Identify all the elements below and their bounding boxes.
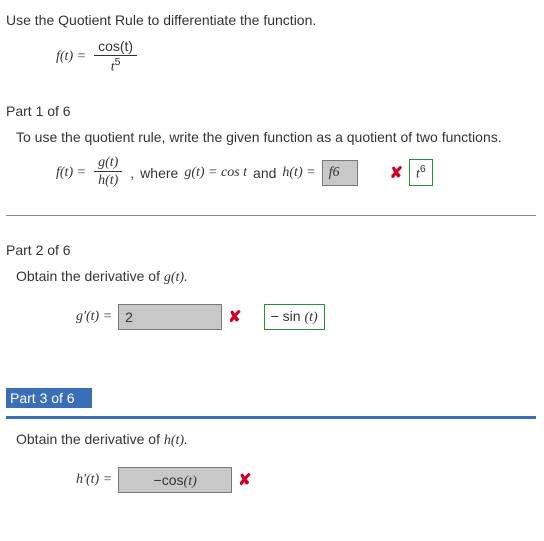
part1-h-eq: h(t) =: [282, 165, 315, 181]
part2-equation-row: g'(t) = 2 ✘ − sin (t): [76, 304, 538, 330]
part3-wrong-icon: ✘: [238, 470, 251, 490]
part2-correct-arg: (t): [304, 310, 317, 325]
page-instruction: Use the Quotient Rule to differentiate t…: [6, 12, 538, 28]
main-eq-den: t5: [94, 56, 137, 77]
part3-wrong-arg: (t): [184, 474, 197, 489]
part2-lhs: g'(t) =: [76, 309, 112, 325]
part1-and: and: [253, 165, 276, 181]
part1-where: where: [140, 165, 178, 181]
part3-wrong-func: cos: [162, 472, 184, 488]
part2-text-ital: g(t).: [164, 270, 188, 285]
main-equation: f(t) = cos(t) t5: [56, 38, 538, 77]
main-eq-lhs: f(t) =: [56, 49, 86, 65]
main-eq-den-exp: 5: [115, 56, 121, 68]
part1-g-eq: g(t) = cos t: [184, 165, 247, 181]
part1-equation-row: f(t) = g(t) h(t) , where g(t) = cos t an…: [56, 155, 538, 191]
part3-text: Obtain the derivative of: [16, 431, 160, 447]
divider-1: [6, 215, 536, 216]
part1-header: Part 1 of 6: [6, 103, 538, 119]
part1-text: To use the quotient rule, write the give…: [16, 129, 538, 145]
part1-fraction: g(t) h(t): [94, 155, 122, 191]
part2-correct-func: sin: [283, 308, 301, 324]
part1-comma: ,: [130, 165, 134, 181]
part3-text-ital: h(t).: [164, 433, 188, 448]
main-eq-num: cos(t): [94, 38, 137, 56]
part1-answer-input[interactable]: f6: [322, 160, 358, 186]
part3-header: Part 3 of 6: [6, 388, 92, 408]
part1-frac-den: h(t): [94, 172, 122, 190]
part2-text-row: Obtain the derivative of g(t).: [16, 268, 538, 286]
part2-answer-input[interactable]: 2: [118, 304, 222, 330]
part3-lhs: h'(t) =: [76, 472, 112, 488]
part3-text-row: Obtain the derivative of h(t).: [16, 431, 538, 449]
part2-header: Part 2 of 6: [6, 242, 538, 258]
part1-lhs: f(t) =: [56, 165, 86, 181]
part1-correct-exp: 6: [420, 163, 426, 175]
part3-answer-input[interactable]: −cos(t): [118, 467, 232, 493]
part3-equation-row: h'(t) = −cos(t) ✘: [76, 467, 538, 493]
part1-wrong-icon: ✘: [390, 163, 403, 183]
part2-correct-answer: − sin (t): [264, 304, 325, 330]
part3-header-wrap: Part 3 of 6: [6, 362, 538, 419]
part1-frac-num: g(t): [94, 155, 122, 173]
part1-correct-answer: t6: [409, 159, 433, 187]
part2-correct-prefix: −: [271, 308, 279, 324]
part3-header-line: [6, 416, 536, 419]
part2-text: Obtain the derivative of: [16, 268, 160, 284]
main-eq-fraction: cos(t) t5: [94, 38, 137, 77]
part2-wrong-icon: ✘: [228, 307, 241, 327]
part3-wrong-prefix: −: [154, 472, 162, 488]
